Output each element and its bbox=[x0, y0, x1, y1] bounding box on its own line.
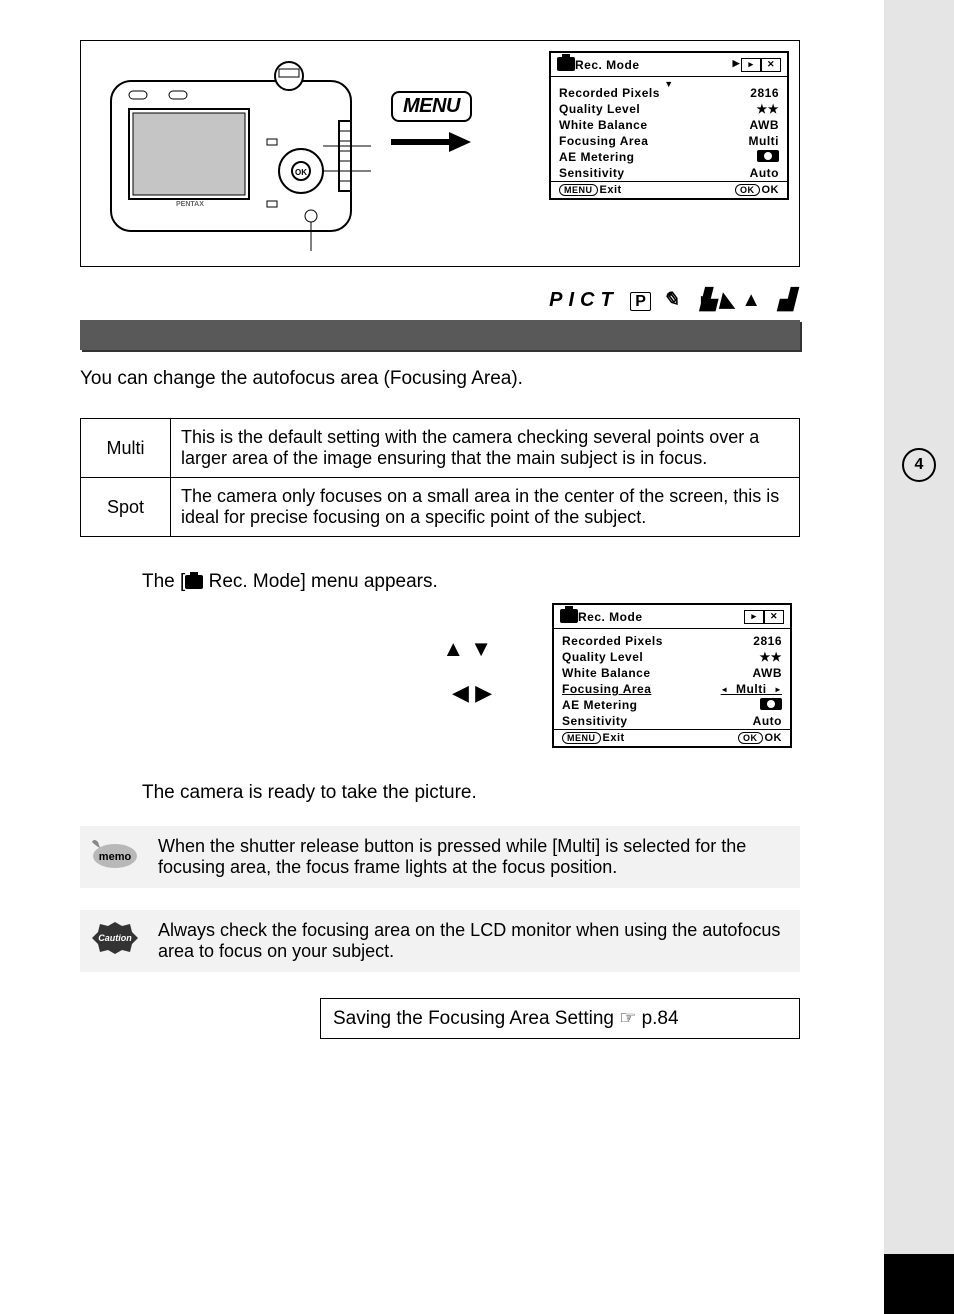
lcd-row-ae-metering: AE Metering bbox=[559, 149, 779, 165]
table-row: Multi This is the default setting with t… bbox=[81, 419, 800, 478]
table-cell-desc: This is the default setting with the cam… bbox=[171, 419, 800, 478]
lcd-row-ae-metering: AE Metering bbox=[562, 697, 782, 713]
caution-icon: Caution bbox=[90, 920, 140, 961]
camera-drawing: OK PENTAX bbox=[91, 51, 371, 256]
caution-text: Always check the focusing area on the LC… bbox=[158, 920, 790, 962]
menu-pill: MENU bbox=[562, 732, 601, 744]
lcd-menu-top: Rec. Mode ▶ ▸ ✕ ▼ Recorded Pixels2816 Qu… bbox=[549, 51, 789, 200]
program-mode-icon: P bbox=[630, 292, 651, 311]
table-cell-option: Multi bbox=[81, 419, 171, 478]
setup-tab-icon: ✕ bbox=[761, 58, 781, 72]
lcd-row-recorded-pixels: Recorded Pixels2816 bbox=[562, 633, 782, 649]
intro-text: You can change the autofocus area (Focus… bbox=[80, 368, 800, 390]
top-figure: OK PENTAX MENU bbox=[80, 40, 800, 267]
metering-icon bbox=[757, 150, 779, 162]
svg-text:Caution: Caution bbox=[98, 933, 132, 943]
lcd-row-sensitivity: SensitivityAuto bbox=[562, 713, 782, 729]
portrait-mode-icon: ▟ bbox=[779, 289, 800, 311]
menu-button-label: MENU bbox=[391, 91, 472, 122]
cross-reference-icon: ☞ bbox=[619, 1008, 636, 1029]
table-cell-option: Spot bbox=[81, 478, 171, 537]
side-black-box bbox=[884, 1254, 954, 1314]
night-mode-icon: ◗▙ bbox=[697, 289, 708, 311]
memo-note: memo When the shutter release button is … bbox=[80, 826, 800, 888]
focus-options-table: Multi This is the default setting with t… bbox=[80, 418, 800, 537]
lcd-row-sensitivity: SensitivityAuto bbox=[559, 165, 779, 181]
section-title-bar bbox=[80, 320, 800, 350]
ok-pill: OK bbox=[738, 732, 763, 744]
four-way-controller-icon: ▲ ▼ ◀ ▶ bbox=[442, 627, 492, 715]
camera-icon bbox=[560, 609, 578, 623]
camera-icon bbox=[557, 57, 575, 71]
lcd-menu-bottom: Rec. Mode ▸ ✕ Recorded Pixels2816 Qualit… bbox=[552, 603, 792, 748]
playback-tab-icon: ▸ bbox=[744, 610, 764, 624]
lcd-row-white-balance: White BalanceAWB bbox=[559, 117, 779, 133]
menu-pill: MENU bbox=[559, 184, 598, 196]
camera-icon bbox=[185, 575, 203, 589]
lcd-row-white-balance: White BalanceAWB bbox=[562, 665, 782, 681]
memo-text: When the shutter release button is press… bbox=[158, 836, 790, 878]
ok-pill: OK bbox=[735, 184, 760, 196]
memo-icon: memo bbox=[90, 836, 140, 877]
page-number-tab: 4 bbox=[902, 448, 936, 482]
lcd-title: Rec. Mode bbox=[575, 58, 640, 72]
arrow-right-icon bbox=[391, 132, 471, 152]
setup-tab-icon: ✕ bbox=[764, 610, 784, 624]
landscape-mode-icon: ◣▲ bbox=[720, 289, 767, 311]
table-row: Spot The camera only focuses on a small … bbox=[81, 478, 800, 537]
metering-icon bbox=[760, 698, 782, 710]
lcd-tabs: ▶ ▸ ✕ bbox=[733, 58, 781, 72]
caution-note: Caution Always check the focusing area o… bbox=[80, 910, 800, 972]
mode-icons-strip: PICT P ✎ ◗▙ ◣▲ ▟ bbox=[80, 287, 800, 312]
svg-text:memo: memo bbox=[99, 851, 132, 863]
lcd-tabs: ▸ ✕ bbox=[744, 610, 784, 624]
lcd-title: Rec. Mode bbox=[578, 610, 643, 624]
table-cell-desc: The camera only focuses on a small area … bbox=[171, 478, 800, 537]
side-gutter bbox=[884, 0, 954, 1314]
step3-text: The camera is ready to take the picture. bbox=[142, 782, 800, 804]
picture-mode-icon: ✎ bbox=[663, 289, 686, 311]
svg-text:PENTAX: PENTAX bbox=[176, 201, 204, 208]
playback-tab-icon: ▸ bbox=[741, 58, 761, 72]
footer-cross-reference: Saving the Focusing Area Setting ☞ p.84 bbox=[320, 998, 800, 1039]
lcd-row-quality: Quality Level★★ bbox=[562, 649, 782, 665]
lcd-row-quality: Quality Level★★ bbox=[559, 101, 779, 117]
svg-text:OK: OK bbox=[295, 168, 307, 177]
lcd-row-focusing-area-selected: Focusing Area◂ Multi ▸ bbox=[562, 681, 782, 697]
lcd-row-focusing-area: Focusing AreaMulti bbox=[559, 133, 779, 149]
step1-text: The [ Rec. Mode] menu appears. bbox=[142, 571, 800, 593]
